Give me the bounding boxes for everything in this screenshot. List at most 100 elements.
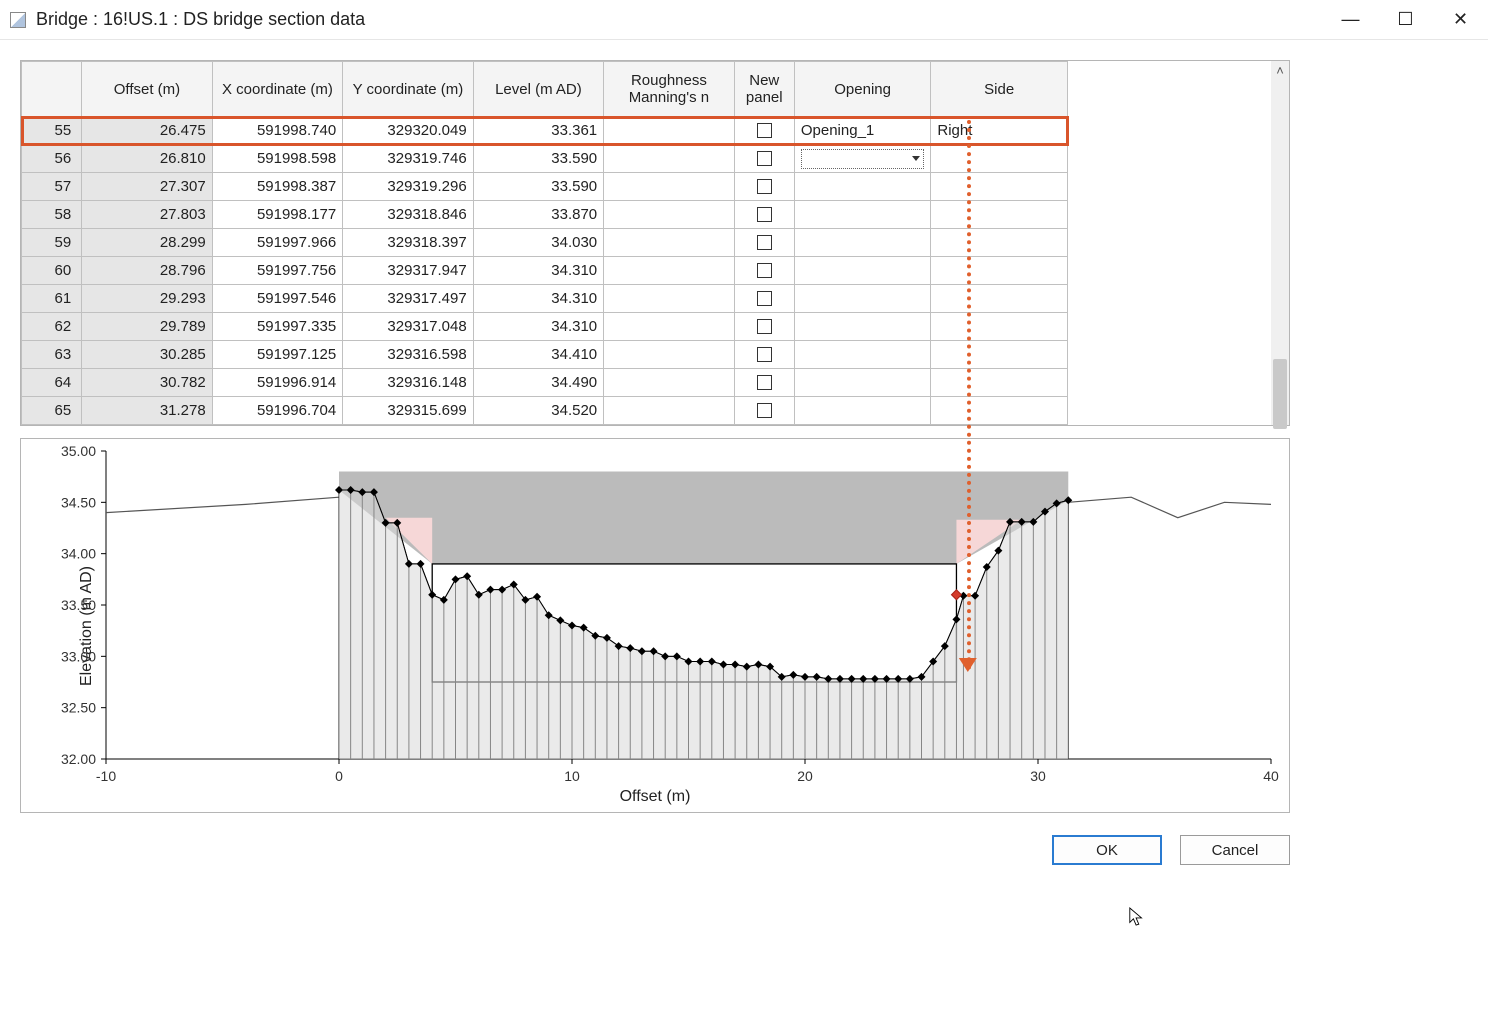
close-button[interactable]: ✕ (1433, 0, 1488, 40)
cell[interactable]: 65 (22, 397, 82, 425)
cell[interactable]: 591998.177 (212, 201, 342, 229)
table-row[interactable]: 6229.789591997.335329317.04834.310 (22, 313, 1068, 341)
cell[interactable]: 63 (22, 341, 82, 369)
cell[interactable] (604, 369, 734, 397)
table-row[interactable]: 5626.810591998.598329319.74633.590 (22, 145, 1068, 173)
cell[interactable]: 329316.598 (343, 341, 473, 369)
new-panel-checkbox[interactable] (757, 347, 772, 362)
table-row[interactable]: 6430.782591996.914329316.14834.490 (22, 369, 1068, 397)
new-panel-checkbox[interactable] (757, 403, 772, 418)
cell[interactable] (604, 229, 734, 257)
cell[interactable] (734, 173, 794, 201)
cell[interactable] (794, 341, 931, 369)
cell[interactable] (931, 285, 1068, 313)
cell[interactable]: 57 (22, 173, 82, 201)
new-panel-checkbox[interactable] (757, 179, 772, 194)
cell[interactable] (931, 173, 1068, 201)
cell[interactable] (794, 173, 931, 201)
cell[interactable]: 591996.704 (212, 397, 342, 425)
cell[interactable] (734, 397, 794, 425)
cell[interactable]: 55 (22, 117, 82, 145)
cell[interactable] (604, 257, 734, 285)
cancel-button[interactable]: Cancel (1180, 835, 1290, 865)
minimize-button[interactable]: — (1323, 0, 1378, 40)
new-panel-checkbox[interactable] (757, 375, 772, 390)
cell[interactable]: 591997.756 (212, 257, 342, 285)
cell[interactable]: 591997.335 (212, 313, 342, 341)
cell[interactable] (604, 285, 734, 313)
cell[interactable] (734, 229, 794, 257)
cell[interactable]: 62 (22, 313, 82, 341)
cell[interactable]: 591997.125 (212, 341, 342, 369)
cell[interactable]: 34.030 (473, 229, 603, 257)
cell[interactable]: Right (931, 117, 1068, 145)
cell[interactable]: 26.810 (82, 145, 212, 173)
cell[interactable]: 33.590 (473, 173, 603, 201)
new-panel-checkbox[interactable] (757, 123, 772, 138)
maximize-button[interactable]: ☐ (1378, 0, 1433, 40)
cell[interactable] (794, 397, 931, 425)
table-row[interactable]: 5526.475591998.740329320.04933.361Openin… (22, 117, 1068, 145)
cell[interactable]: 30.285 (82, 341, 212, 369)
cell[interactable]: 27.307 (82, 173, 212, 201)
cell[interactable] (734, 313, 794, 341)
cell[interactable]: 34.310 (473, 285, 603, 313)
new-panel-checkbox[interactable] (757, 151, 772, 166)
table-row[interactable]: 6330.285591997.125329316.59834.410 (22, 341, 1068, 369)
cell[interactable]: 60 (22, 257, 82, 285)
cell[interactable]: 33.361 (473, 117, 603, 145)
new-panel-checkbox[interactable] (757, 319, 772, 334)
opening-dropdown[interactable] (801, 149, 925, 169)
cell[interactable]: 58 (22, 201, 82, 229)
cell[interactable] (931, 369, 1068, 397)
cell[interactable] (931, 341, 1068, 369)
cell[interactable]: 329320.049 (343, 117, 473, 145)
cell[interactable] (734, 257, 794, 285)
cell[interactable]: 30.782 (82, 369, 212, 397)
new-panel-checkbox[interactable] (757, 207, 772, 222)
cell[interactable]: 329319.746 (343, 145, 473, 173)
cell[interactable] (734, 117, 794, 145)
cell[interactable] (794, 285, 931, 313)
cell[interactable] (604, 313, 734, 341)
cell[interactable]: 61 (22, 285, 82, 313)
cell[interactable]: 29.789 (82, 313, 212, 341)
cell[interactable] (734, 201, 794, 229)
section-table[interactable]: Offset (m)X coordinate (m)Y coordinate (… (21, 61, 1068, 425)
cell[interactable]: 59 (22, 229, 82, 257)
cell[interactable] (931, 313, 1068, 341)
cell[interactable] (931, 145, 1068, 173)
cell[interactable] (604, 117, 734, 145)
cell[interactable]: 329317.497 (343, 285, 473, 313)
cell[interactable]: 591998.387 (212, 173, 342, 201)
cell[interactable]: 34.410 (473, 341, 603, 369)
cell[interactable]: 29.293 (82, 285, 212, 313)
cell[interactable] (604, 201, 734, 229)
cell[interactable]: 329317.048 (343, 313, 473, 341)
scroll-up-icon[interactable]: ˄ (1271, 61, 1289, 79)
cell[interactable]: 33.870 (473, 201, 603, 229)
cell[interactable] (794, 145, 931, 173)
cell[interactable]: 64 (22, 369, 82, 397)
cell[interactable] (604, 341, 734, 369)
table-row[interactable]: 6028.796591997.756329317.94734.310 (22, 257, 1068, 285)
cell[interactable]: 33.590 (473, 145, 603, 173)
cell[interactable]: 34.310 (473, 313, 603, 341)
cell[interactable] (734, 369, 794, 397)
cell[interactable]: 329318.846 (343, 201, 473, 229)
cell[interactable]: 591998.740 (212, 117, 342, 145)
table-row[interactable]: 5928.299591997.966329318.39734.030 (22, 229, 1068, 257)
table-scrollbar[interactable]: ˄ ˅ (1271, 61, 1289, 425)
cell[interactable] (734, 285, 794, 313)
cell[interactable]: 329316.148 (343, 369, 473, 397)
cell[interactable] (734, 341, 794, 369)
cell[interactable]: 56 (22, 145, 82, 173)
table-row[interactable]: 5827.803591998.177329318.84633.870 (22, 201, 1068, 229)
cell[interactable] (931, 201, 1068, 229)
cell[interactable] (604, 397, 734, 425)
cell[interactable]: 329318.397 (343, 229, 473, 257)
cell[interactable]: 329319.296 (343, 173, 473, 201)
cell[interactable]: 591998.598 (212, 145, 342, 173)
cell[interactable]: 28.796 (82, 257, 212, 285)
cell[interactable] (931, 229, 1068, 257)
